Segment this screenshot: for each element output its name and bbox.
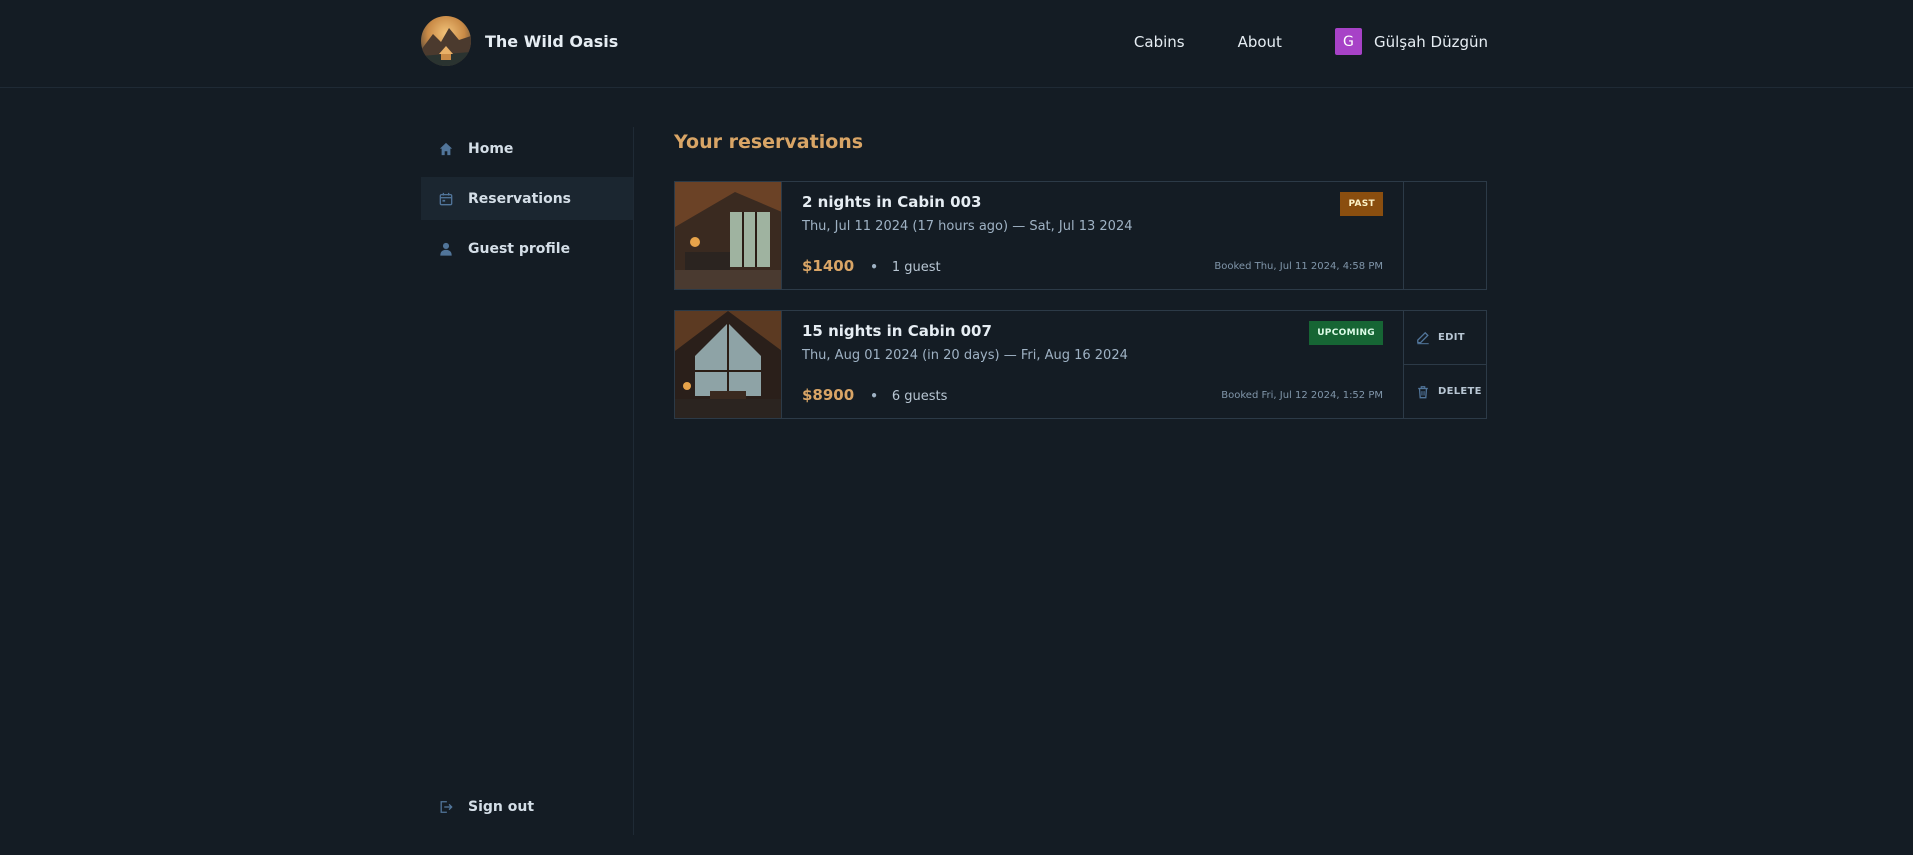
sidebar-item-guest-profile[interactable]: Guest profile xyxy=(421,227,633,270)
home-icon xyxy=(438,141,454,157)
brand-logo-link[interactable]: The Wild Oasis xyxy=(421,16,618,66)
separator-dot: • xyxy=(870,389,878,403)
reservation-booked-date: Booked Fri, Jul 12 2024, 1:52 PM xyxy=(1221,390,1383,401)
page-title: Your reservations xyxy=(674,131,864,153)
reservation-price-row: $8900 • 6 guests xyxy=(802,386,947,404)
reservation-card: 2 nights in Cabin 003 Thu, Jul 11 2024 (… xyxy=(674,181,1487,290)
sidebar-item-label: Guest profile xyxy=(468,240,571,257)
sign-out-icon xyxy=(438,799,454,815)
reservation-details: 15 nights in Cabin 007 Thu, Aug 01 2024 … xyxy=(782,311,1404,418)
pencil-icon xyxy=(1416,331,1430,345)
reservation-guests: 6 guests xyxy=(891,389,948,404)
status-badge: PAST xyxy=(1340,192,1383,216)
sidebar-item-reservations[interactable]: Reservations xyxy=(421,177,633,220)
reservation-dates: Thu, Aug 01 2024 (in 20 days) — Fri, Aug… xyxy=(802,348,1128,363)
account-sidebar: Home Reservations Guest profile Sign out xyxy=(421,127,634,835)
nav-link-cabins[interactable]: Cabins xyxy=(1134,33,1185,51)
nav-link-guest-area[interactable]: G Gülşah Düzgün xyxy=(1334,28,1488,55)
reservation-actions xyxy=(1404,182,1486,289)
main-nav: Cabins About G Gülşah Düzgün xyxy=(1134,28,1488,55)
sidebar-item-label: Home xyxy=(468,140,514,157)
separator-dot: • xyxy=(870,260,878,274)
delete-button[interactable]: DELETE xyxy=(1404,364,1486,418)
cabin-image xyxy=(675,311,782,418)
status-badge: UPCOMING xyxy=(1309,321,1383,345)
trash-icon xyxy=(1416,385,1430,399)
reservation-title: 2 nights in Cabin 003 xyxy=(802,193,982,211)
user-name: Gülşah Düzgün xyxy=(1373,32,1488,51)
avatar: G xyxy=(1334,28,1362,55)
reservation-actions: EDIT DELETE xyxy=(1404,311,1486,418)
reservation-card: 15 nights in Cabin 007 Thu, Aug 01 2024 … xyxy=(674,310,1487,419)
delete-label: DELETE xyxy=(1438,386,1482,397)
reservation-booked-date: Booked Thu, Jul 11 2024, 4:58 PM xyxy=(1214,261,1383,272)
reservation-dates: Thu, Jul 11 2024 (17 hours ago) — Sat, J… xyxy=(802,219,1133,234)
user-icon xyxy=(438,241,454,257)
reservation-title: 15 nights in Cabin 007 xyxy=(802,322,992,340)
edit-button[interactable]: EDIT xyxy=(1404,311,1486,364)
cabin-image xyxy=(675,182,782,289)
nav-link-about[interactable]: About xyxy=(1238,33,1282,51)
reservation-guests: 1 guest xyxy=(891,260,941,275)
reservation-price: $8900 xyxy=(802,386,855,404)
calendar-icon xyxy=(438,191,454,207)
sidebar-item-label: Sign out xyxy=(468,798,535,815)
sign-out-button[interactable]: Sign out xyxy=(421,785,634,828)
sidebar-item-label: Reservations xyxy=(468,190,571,207)
reservation-price: $1400 xyxy=(802,257,855,275)
logo-image xyxy=(421,16,471,66)
edit-label: EDIT xyxy=(1438,332,1465,343)
reservation-price-row: $1400 • 1 guest xyxy=(802,257,941,275)
brand-name: The Wild Oasis xyxy=(485,31,619,51)
site-header: The Wild Oasis Cabins About G Gülşah Düz… xyxy=(0,0,1913,88)
reservation-details: 2 nights in Cabin 003 Thu, Jul 11 2024 (… xyxy=(782,182,1404,289)
sidebar-item-home[interactable]: Home xyxy=(421,127,633,170)
